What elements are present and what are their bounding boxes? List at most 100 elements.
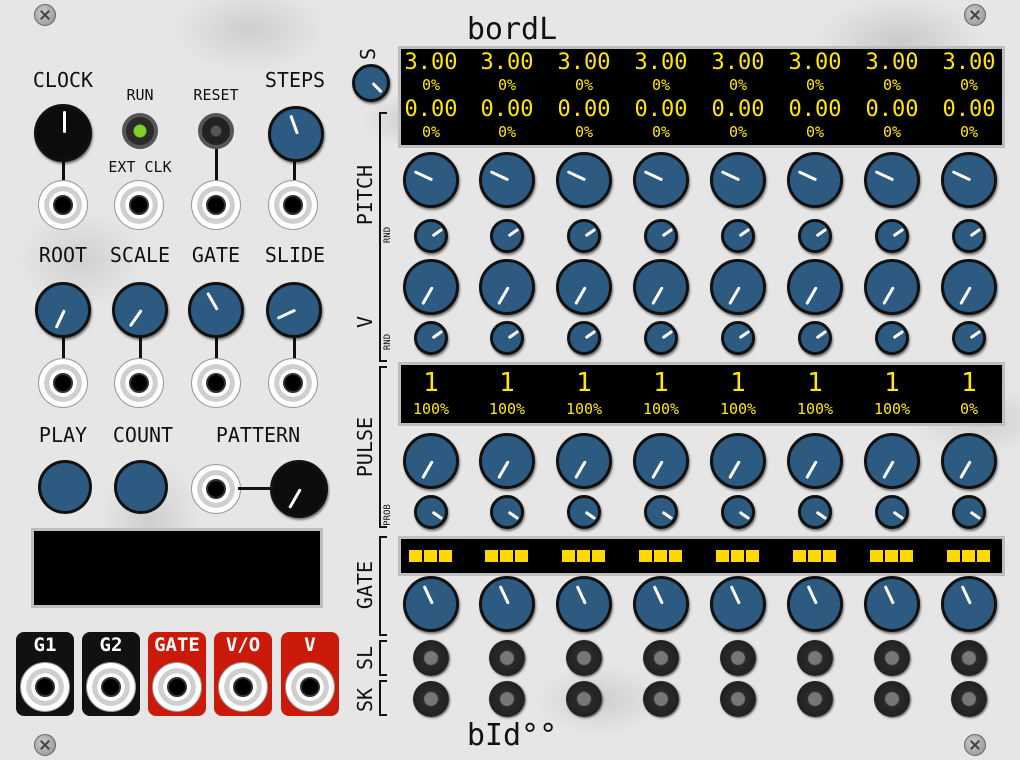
- step-v-knob[interactable]: [864, 259, 920, 315]
- step-skip-button[interactable]: [874, 681, 910, 717]
- step-pulse-knob[interactable]: [941, 433, 997, 489]
- step-pitch-knob[interactable]: [787, 152, 843, 208]
- output-jack[interactable]: [20, 662, 70, 712]
- step-v-knob[interactable]: [403, 259, 459, 315]
- pitch-row-label: PITCH: [353, 164, 377, 226]
- step-v-rnd-knob[interactable]: [798, 321, 832, 355]
- step-prob-knob[interactable]: [798, 495, 832, 529]
- ext-clk-input-jack[interactable]: [114, 180, 164, 230]
- step-skip-button[interactable]: [951, 681, 987, 717]
- step-v-knob[interactable]: [479, 259, 535, 315]
- step-pitch-rnd-knob[interactable]: [567, 219, 601, 253]
- step-skip-button[interactable]: [720, 681, 756, 717]
- step-v-knob[interactable]: [710, 259, 766, 315]
- step-pitch-knob[interactable]: [864, 152, 920, 208]
- steps-knob[interactable]: [268, 106, 324, 162]
- step-prob-knob[interactable]: [644, 495, 678, 529]
- step-v-rnd-knob[interactable]: [414, 321, 448, 355]
- step-pitch-knob[interactable]: [633, 152, 689, 208]
- pattern-input-jack[interactable]: [191, 464, 241, 514]
- step-skip-button[interactable]: [643, 681, 679, 717]
- step-pulse-knob[interactable]: [710, 433, 766, 489]
- step-gate-knob[interactable]: [403, 576, 459, 632]
- slide-knob[interactable]: [266, 282, 322, 338]
- step-slide-button[interactable]: [720, 640, 756, 676]
- step-slide-button[interactable]: [413, 640, 449, 676]
- step-slide-button[interactable]: [874, 640, 910, 676]
- step-pulse-knob[interactable]: [787, 433, 843, 489]
- s-knob[interactable]: [352, 64, 390, 102]
- step-pulse-knob[interactable]: [633, 433, 689, 489]
- step-v-rnd-knob[interactable]: [721, 321, 755, 355]
- run-led[interactable]: [122, 113, 158, 149]
- steps-input-jack[interactable]: [268, 180, 318, 230]
- step-slide-button[interactable]: [951, 640, 987, 676]
- step-v-rnd-knob[interactable]: [875, 321, 909, 355]
- step-v-knob[interactable]: [787, 259, 843, 315]
- step-pulse-knob[interactable]: [479, 433, 535, 489]
- slide-input-jack[interactable]: [268, 358, 318, 408]
- step-pulse-knob[interactable]: [403, 433, 459, 489]
- step-gate-knob[interactable]: [710, 576, 766, 632]
- step-v-rnd-knob[interactable]: [567, 321, 601, 355]
- step-pitch-knob[interactable]: [556, 152, 612, 208]
- step-gate-knob[interactable]: [787, 576, 843, 632]
- step-prob-knob[interactable]: [875, 495, 909, 529]
- step-v-rnd-knob[interactable]: [952, 321, 986, 355]
- root-knob[interactable]: [35, 282, 91, 338]
- count-button[interactable]: [114, 460, 168, 514]
- step-skip-button[interactable]: [489, 681, 525, 717]
- step-pitch-rnd-knob[interactable]: [414, 219, 448, 253]
- step-pitch-knob[interactable]: [941, 152, 997, 208]
- step-prob-knob[interactable]: [721, 495, 755, 529]
- step-gate-knob[interactable]: [941, 576, 997, 632]
- gate-input-jack[interactable]: [191, 358, 241, 408]
- step-pitch-knob[interactable]: [710, 152, 766, 208]
- step-prob-knob[interactable]: [567, 495, 601, 529]
- scale-knob[interactable]: [112, 282, 168, 338]
- step-v-rnd-knob[interactable]: [644, 321, 678, 355]
- step-slide-button[interactable]: [797, 640, 833, 676]
- play-button[interactable]: [38, 460, 92, 514]
- step-pitch-knob[interactable]: [403, 152, 459, 208]
- step-skip-button[interactable]: [797, 681, 833, 717]
- step-pulse-knob[interactable]: [556, 433, 612, 489]
- reset-button[interactable]: [198, 113, 234, 149]
- step-prob-knob[interactable]: [490, 495, 524, 529]
- step-pulse-knob[interactable]: [864, 433, 920, 489]
- step-prob-knob[interactable]: [414, 495, 448, 529]
- step-gate-knob[interactable]: [633, 576, 689, 632]
- step-pitch-rnd-knob[interactable]: [798, 219, 832, 253]
- step-v-knob[interactable]: [556, 259, 612, 315]
- step-gate-knob[interactable]: [864, 576, 920, 632]
- clock-input-jack[interactable]: [38, 180, 88, 230]
- step-pitch-rnd-knob[interactable]: [721, 219, 755, 253]
- step-v-knob[interactable]: [941, 259, 997, 315]
- pattern-knob[interactable]: [270, 460, 328, 518]
- step-pitch-rnd-knob[interactable]: [490, 219, 524, 253]
- step-v-rnd-knob[interactable]: [490, 321, 524, 355]
- step-gate-knob[interactable]: [479, 576, 535, 632]
- step-v-knob[interactable]: [633, 259, 689, 315]
- output-jack[interactable]: [86, 662, 136, 712]
- step-pitch-rnd-knob[interactable]: [644, 219, 678, 253]
- scale-input-jack[interactable]: [114, 358, 164, 408]
- step-skip-button[interactable]: [566, 681, 602, 717]
- step-gate-knob[interactable]: [556, 576, 612, 632]
- output-jack[interactable]: [285, 662, 335, 712]
- step-pitch-rnd-knob[interactable]: [875, 219, 909, 253]
- sk-bracket: [379, 680, 387, 716]
- root-input-jack[interactable]: [38, 358, 88, 408]
- clock-knob[interactable]: [34, 104, 92, 162]
- step-prob-knob[interactable]: [952, 495, 986, 529]
- reset-input-jack[interactable]: [191, 180, 241, 230]
- step-pitch-knob[interactable]: [479, 152, 535, 208]
- gate-knob[interactable]: [188, 282, 244, 338]
- step-pitch-rnd-knob[interactable]: [952, 219, 986, 253]
- output-jack[interactable]: [152, 662, 202, 712]
- output-jack[interactable]: [218, 662, 268, 712]
- step-skip-button[interactable]: [413, 681, 449, 717]
- step-slide-button[interactable]: [566, 640, 602, 676]
- step-slide-button[interactable]: [643, 640, 679, 676]
- step-slide-button[interactable]: [489, 640, 525, 676]
